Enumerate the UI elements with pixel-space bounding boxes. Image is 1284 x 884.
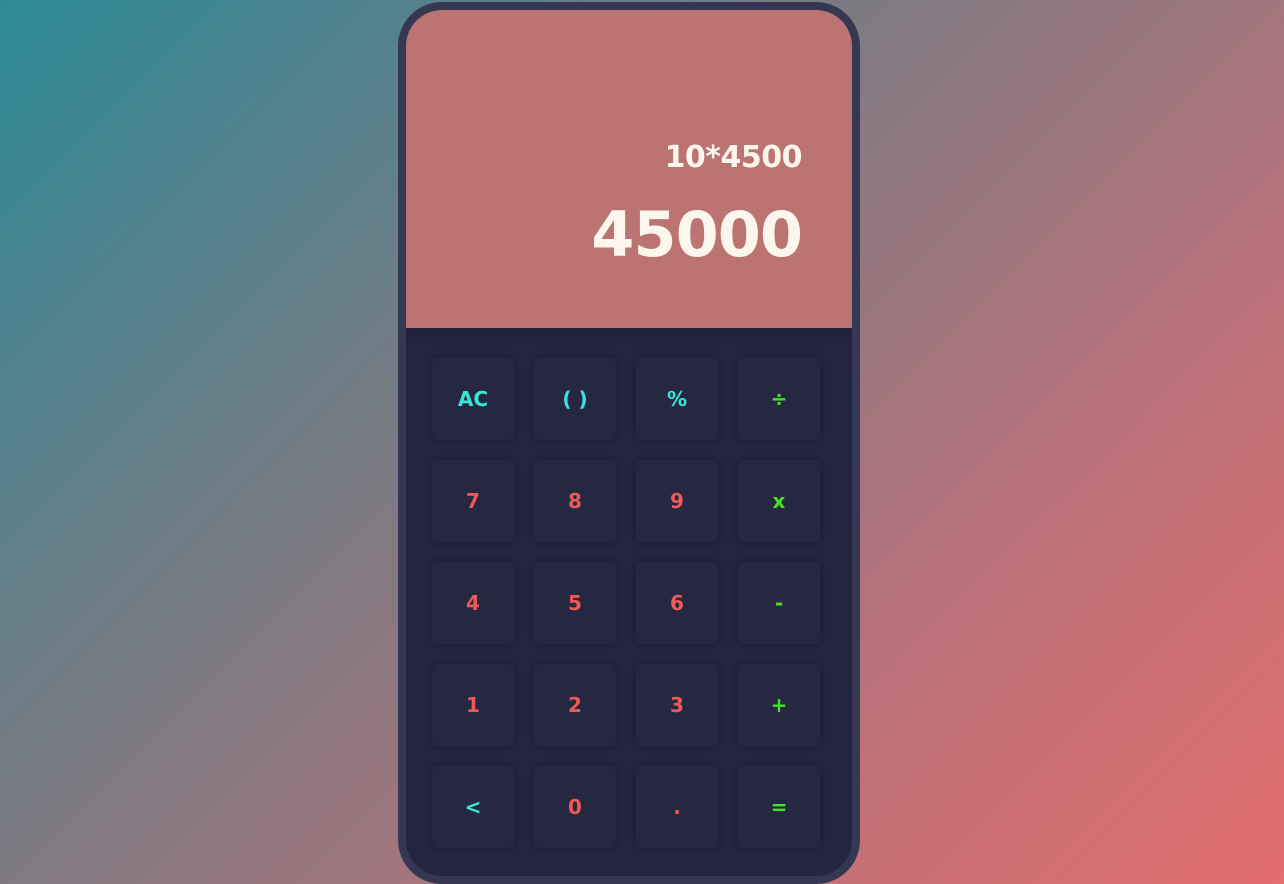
decimal-button[interactable]: . — [636, 766, 718, 848]
clear-button[interactable]: AC — [432, 358, 514, 440]
digit-2-button[interactable]: 2 — [534, 664, 616, 746]
digit-3-button[interactable]: 3 — [636, 664, 718, 746]
divide-button[interactable]: ÷ — [738, 358, 820, 440]
equals-button[interactable]: = — [738, 766, 820, 848]
digit-5-button[interactable]: 5 — [534, 562, 616, 644]
digit-6-button[interactable]: 6 — [636, 562, 718, 644]
digit-9-button[interactable]: 9 — [636, 460, 718, 542]
parentheses-button[interactable]: ( ) — [534, 358, 616, 440]
multiply-button[interactable]: x — [738, 460, 820, 542]
calculator-device: 10*4500 45000 AC ( ) % ÷ 7 8 9 x 4 5 6 -… — [398, 2, 860, 884]
digit-1-button[interactable]: 1 — [432, 664, 514, 746]
digit-4-button[interactable]: 4 — [432, 562, 514, 644]
expression-text: 10*4500 — [664, 140, 803, 175]
digit-8-button[interactable]: 8 — [534, 460, 616, 542]
percent-button[interactable]: % — [636, 358, 718, 440]
subtract-button[interactable]: - — [738, 562, 820, 644]
keypad: AC ( ) % ÷ 7 8 9 x 4 5 6 - 1 2 3 + < 0 .… — [432, 358, 824, 848]
calculator-display: 10*4500 45000 — [406, 10, 852, 328]
digit-7-button[interactable]: 7 — [432, 460, 514, 542]
add-button[interactable]: + — [738, 664, 820, 746]
digit-0-button[interactable]: 0 — [534, 766, 616, 848]
result-text: 45000 — [591, 198, 803, 271]
backspace-button[interactable]: < — [432, 766, 514, 848]
